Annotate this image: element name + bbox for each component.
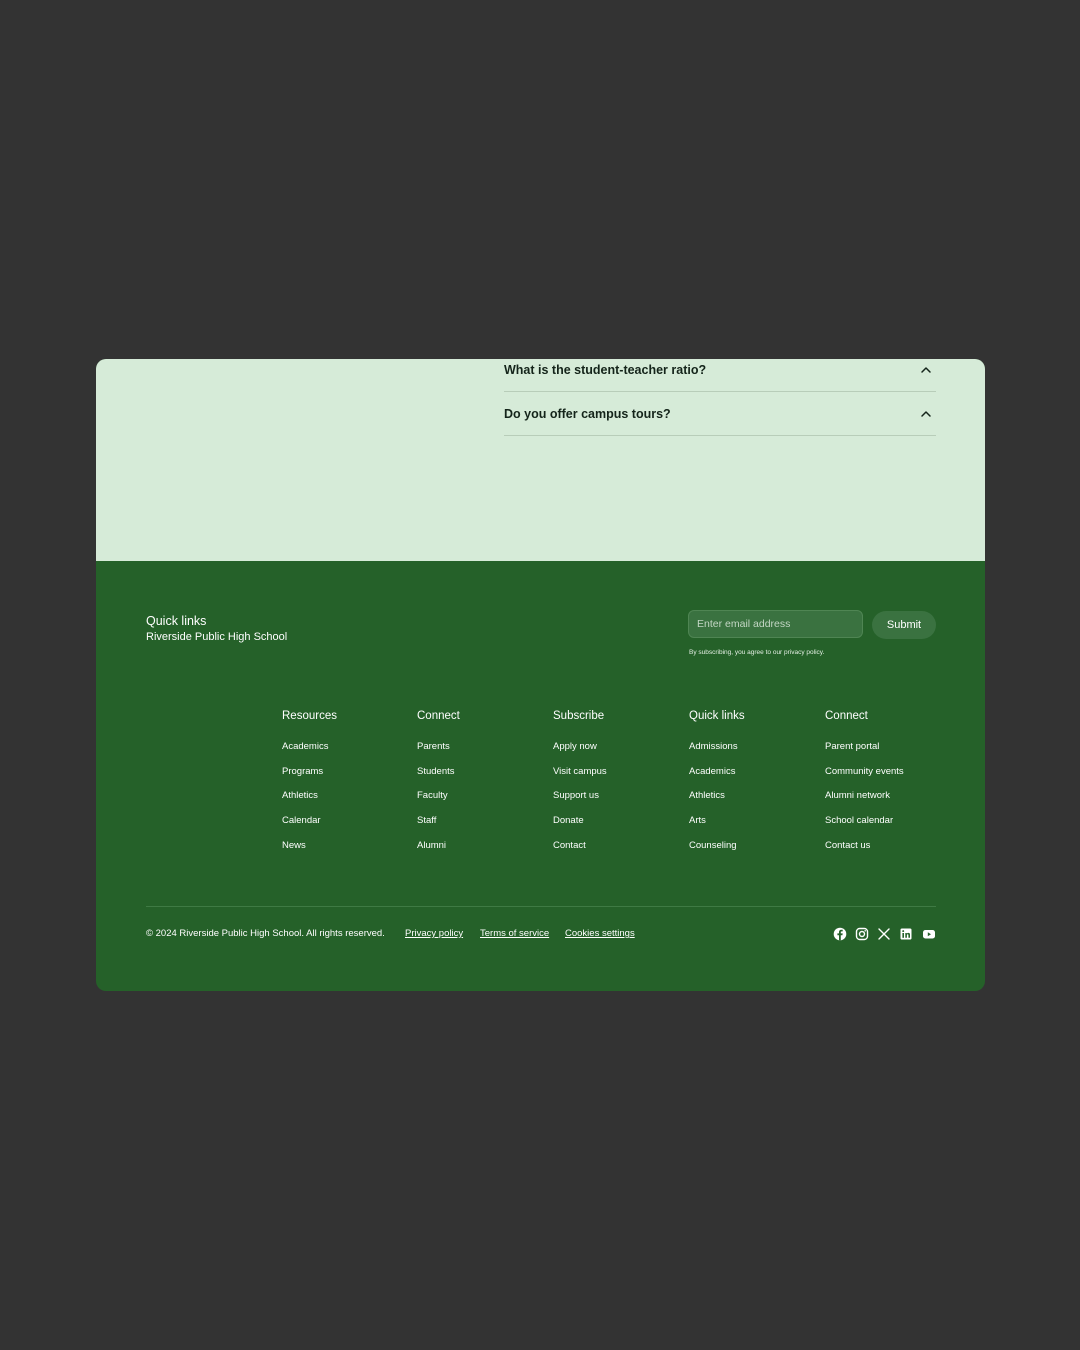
footer-link[interactable]: Counseling (689, 840, 819, 865)
footer-title: Quick links (146, 614, 207, 628)
footer-link[interactable]: Staff (417, 815, 547, 840)
email-input[interactable] (688, 610, 863, 638)
faq-question: What is the student-teacher ratio? (504, 362, 707, 377)
subscribe-consent-text: By subscribing, you agree to our privacy… (689, 649, 825, 656)
footer-link[interactable]: Athletics (282, 790, 412, 815)
chevron-up-icon[interactable] (920, 408, 932, 420)
column-title: Connect (825, 710, 868, 722)
x-icon[interactable] (877, 927, 891, 941)
footer-link[interactable]: Support us (553, 790, 683, 815)
column-title: Subscribe (553, 710, 605, 722)
facebook-icon[interactable] (833, 927, 847, 941)
column-title: Resources (282, 710, 337, 722)
footer-link[interactable]: Contact (553, 840, 683, 865)
footer-link[interactable]: Academics (689, 766, 819, 791)
copyright-text: © 2024 Riverside Public High School. All… (146, 928, 385, 939)
footer-link[interactable]: Alumni network (825, 790, 955, 815)
footer-link[interactable]: Apply now (553, 741, 683, 766)
footer-link[interactable]: Alumni (417, 840, 547, 865)
footer-column-connect-2: Connect Parent portal Community events A… (825, 710, 955, 864)
footer-link[interactable]: Calendar (282, 815, 412, 840)
cookies-settings-link[interactable]: Cookies settings (565, 928, 635, 939)
footer-column-resources: Resources Academics Programs Athletics C… (282, 710, 412, 864)
footer-divider (146, 906, 936, 907)
privacy-policy-link[interactable]: Privacy policy (405, 928, 463, 939)
footer-link[interactable]: Arts (689, 815, 819, 840)
linkedin-icon[interactable] (899, 927, 913, 941)
instagram-icon[interactable] (855, 927, 869, 941)
column-title: Quick links (689, 710, 745, 722)
footer-link[interactable]: Donate (553, 815, 683, 840)
footer-link[interactable]: Parents (417, 741, 547, 766)
footer-link[interactable]: Academics (282, 741, 412, 766)
submit-button[interactable]: Submit (872, 611, 936, 639)
chevron-up-icon[interactable] (920, 364, 932, 376)
footer-link[interactable]: Community events (825, 766, 955, 791)
faq-question: Do you offer campus tours? (504, 406, 671, 421)
footer-link[interactable]: News (282, 840, 412, 865)
faq-section: What is the student-teacher ratio? Do yo… (96, 359, 985, 561)
footer-column-subscribe: Subscribe Apply now Visit campus Support… (553, 710, 683, 864)
footer-link[interactable]: Students (417, 766, 547, 791)
column-title: Connect (417, 710, 460, 722)
terms-of-service-link[interactable]: Terms of service (480, 928, 549, 939)
footer-link[interactable]: Visit campus (553, 766, 683, 791)
page-card: What is the student-teacher ratio? Do yo… (96, 359, 985, 991)
footer-school-name: Riverside Public High School (146, 631, 288, 643)
footer-link[interactable]: School calendar (825, 815, 955, 840)
footer-link[interactable]: Programs (282, 766, 412, 791)
footer-link[interactable]: Faculty (417, 790, 547, 815)
footer-link[interactable]: Contact us (825, 840, 955, 865)
footer-column-quick-links: Quick links Admissions Academics Athleti… (689, 710, 819, 864)
youtube-icon[interactable] (922, 927, 936, 941)
footer-link[interactable]: Admissions (689, 741, 819, 766)
faq-item-campus-tours[interactable]: Do you offer campus tours? (504, 392, 936, 436)
footer-link[interactable]: Parent portal (825, 741, 955, 766)
footer-link[interactable]: Athletics (689, 790, 819, 815)
faq-item-student-teacher-ratio[interactable]: What is the student-teacher ratio? (504, 359, 936, 392)
footer-column-connect: Connect Parents Students Faculty Staff A… (417, 710, 547, 864)
